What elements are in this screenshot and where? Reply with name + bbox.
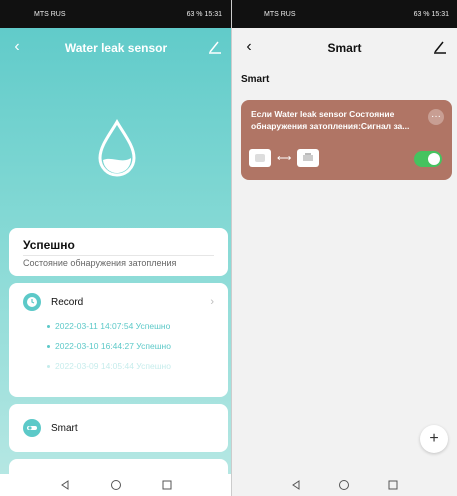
nav-recent-icon[interactable] — [161, 479, 173, 491]
status-subtitle: Состояние обнаружения затопления — [23, 258, 177, 268]
record-item: 2022-03-09 14:05:44 Успешно — [47, 361, 214, 371]
record-item: 2022-03-11 14:07:54 Успешно — [47, 321, 214, 331]
more-icon[interactable]: ··· — [428, 109, 444, 125]
nav-back-icon[interactable] — [59, 479, 71, 491]
record-item: 2022-03-10 16:44:27 Успешно — [47, 341, 214, 351]
record-card[interactable]: Record › 2022-03-11 14:07:54 Успешно 202… — [9, 283, 228, 397]
status-right: 63 % 15:31 — [186, 10, 222, 18]
record-item-text: 2022-03-10 16:44:27 Успешно — [55, 341, 171, 351]
record-item-text: 2022-03-09 14:05:44 Успешно — [55, 361, 171, 371]
smart-label: Smart — [51, 422, 78, 434]
automation-description: Если Water leak sensor Состояние обнаруж… — [251, 109, 410, 131]
nav-back-icon[interactable] — [290, 479, 302, 491]
chevron-right-icon: › — [210, 296, 214, 308]
nav-home-icon[interactable] — [110, 479, 122, 491]
record-label: Record — [51, 296, 84, 308]
status-bar: MTS RUS 63 % 15:31 — [232, 0, 457, 28]
system-nav-bar — [232, 474, 457, 496]
automation-flow: ⟷ — [249, 149, 320, 167]
status-card: Успешно Состояние обнаружения затопления — [9, 228, 228, 276]
status-bar: MTS RUS 63 % 15:31 — [0, 0, 232, 28]
nav-home-icon[interactable] — [338, 479, 350, 491]
device-icon — [297, 149, 320, 167]
device-detail-screen: MTS RUS 63 % 15:31 ‹ Water leak sensor У… — [0, 0, 232, 496]
page-title: Smart — [327, 41, 362, 55]
toggle-switch[interactable] — [414, 151, 442, 167]
back-icon[interactable]: ‹ — [240, 38, 258, 56]
top-bar: ‹ Water leak sensor — [0, 28, 232, 68]
top-bar: ‹ Smart — [232, 28, 457, 68]
carrier-label: MTS RUS — [264, 10, 296, 18]
sensor-icon — [249, 149, 271, 167]
record-item-text: 2022-03-11 14:07:54 Успешно — [55, 321, 171, 331]
arrow-icon: ⟷ — [277, 152, 292, 164]
carrier-label: MTS RUS — [34, 10, 66, 18]
section-title: Smart — [241, 74, 270, 85]
edit-icon[interactable] — [206, 38, 224, 56]
nav-recent-icon[interactable] — [387, 479, 399, 491]
system-nav-bar — [0, 474, 232, 496]
edit-icon[interactable] — [431, 38, 449, 56]
divider — [23, 255, 214, 256]
smart-screen: MTS RUS 63 % 15:31 ‹ Smart Smart Если Wa… — [232, 0, 457, 496]
status-title: Успешно — [23, 238, 75, 252]
clock-icon — [23, 293, 41, 311]
smart-card[interactable]: Smart — [9, 404, 228, 452]
automation-card[interactable]: Если Water leak sensor Состояние обнаруж… — [241, 100, 452, 180]
smart-icon — [23, 419, 41, 437]
status-right: 63 % 15:31 — [413, 10, 449, 18]
back-icon[interactable]: ‹ — [8, 38, 26, 56]
page-title: Water leak sensor — [64, 41, 168, 55]
add-icon[interactable]: + — [420, 425, 448, 453]
water-drop-icon — [92, 118, 142, 182]
